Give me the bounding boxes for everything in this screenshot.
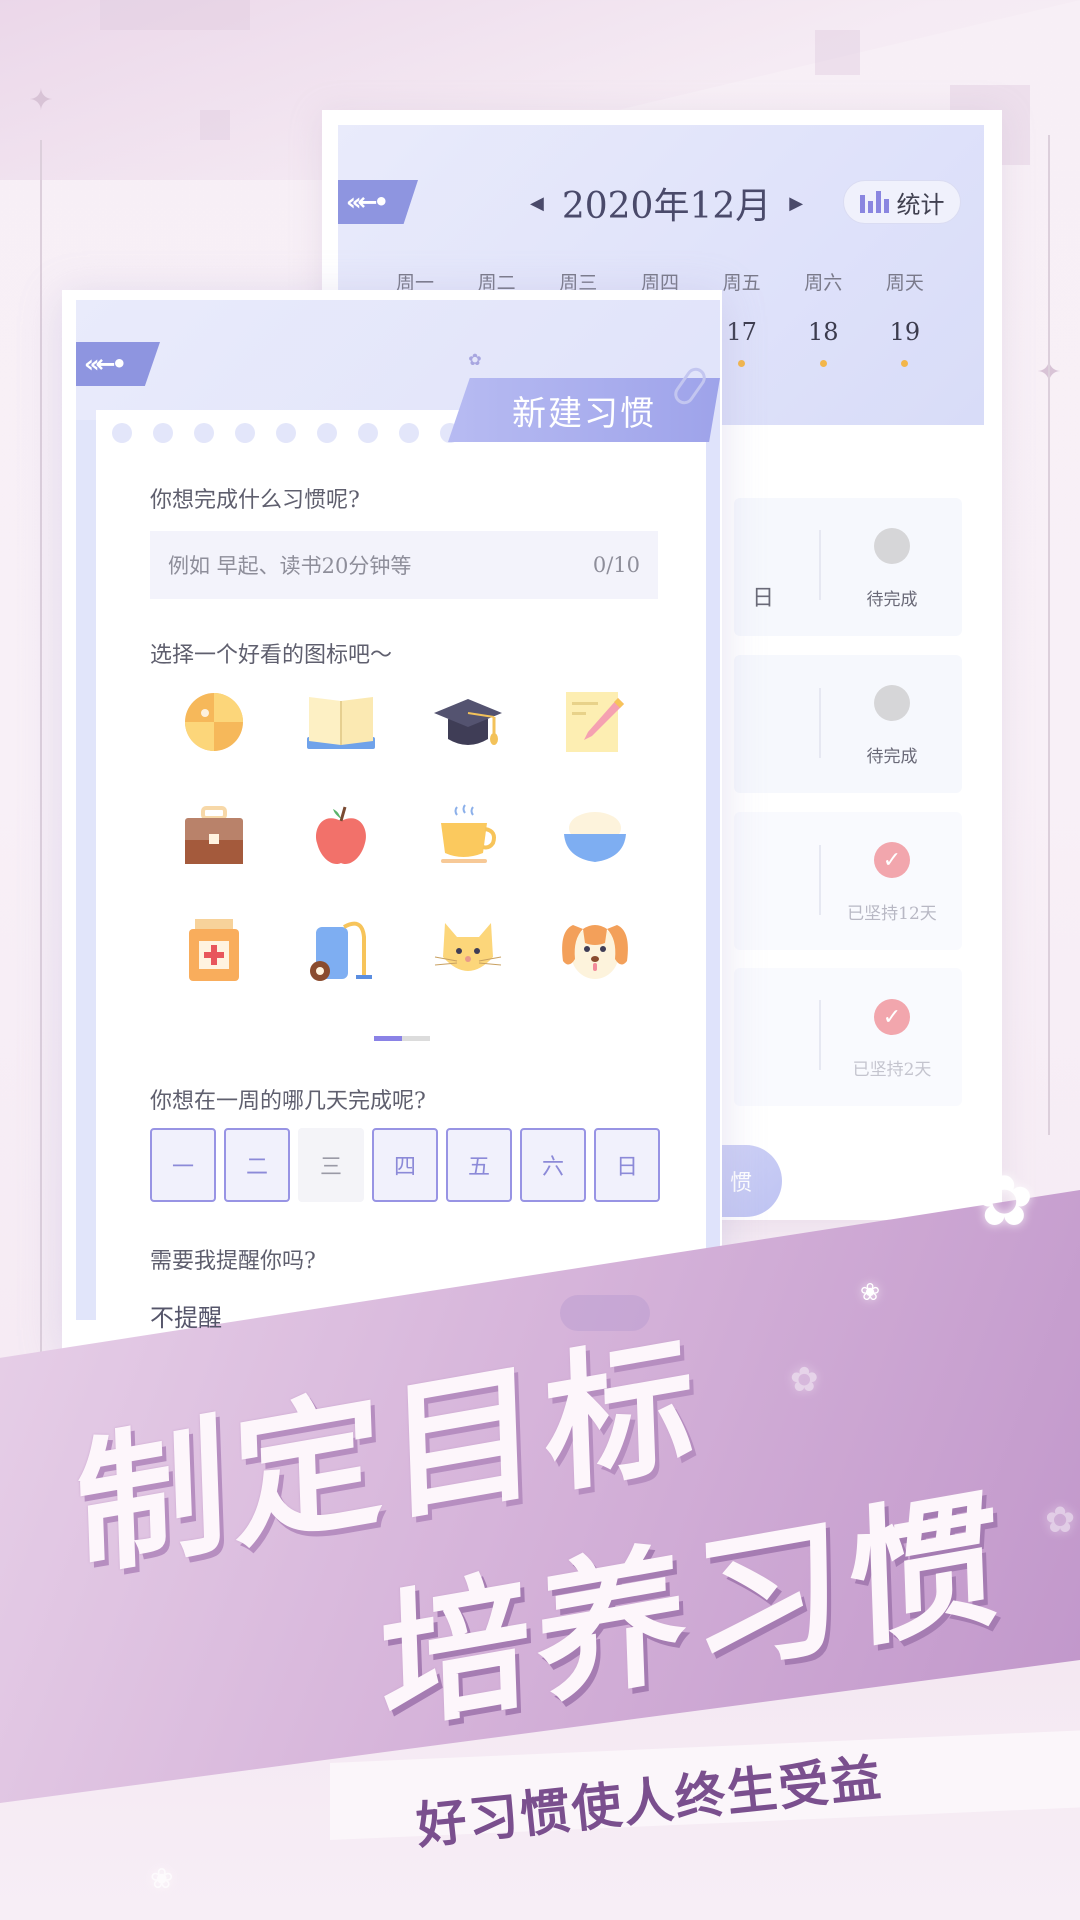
check-icon[interactable]: ✓: [874, 999, 910, 1035]
icon-option[interactable]: [531, 804, 658, 868]
flower-icon: ✿: [790, 1360, 819, 1400]
icon-option[interactable]: [531, 918, 658, 982]
back-arrow-icon: «←•: [84, 350, 127, 378]
habit-status-text: 待完成: [866, 590, 918, 610]
days-label: 你想在一周的哪几天完成呢?: [150, 1089, 426, 1114]
habit-list-item[interactable]: [734, 968, 962, 1106]
icon-option[interactable]: [277, 804, 404, 868]
day-toggle-sun[interactable]: 日: [594, 1128, 660, 1202]
note-pencil-icon: [565, 692, 624, 752]
divider: [819, 530, 821, 600]
day-toggle-tue[interactable]: 二: [224, 1128, 290, 1202]
pager-indicator-active: [374, 1036, 402, 1041]
pending-status-icon[interactable]: [874, 528, 910, 564]
day-toggle-fri[interactable]: 五: [446, 1128, 512, 1202]
habit-list-item[interactable]: [734, 655, 962, 793]
calendar-date[interactable]: 19: [870, 318, 940, 367]
month-navigator: ◀ 2020年12月 ▶: [530, 178, 803, 228]
divider: [819, 688, 821, 758]
calendar-date[interactable]: 18: [788, 318, 858, 367]
notebook-edge: [706, 420, 720, 1320]
flower-icon: ✿: [1045, 1500, 1076, 1541]
icon-picker-grid: [150, 690, 658, 982]
bar-chart-icon: [859, 191, 889, 213]
vacuum-cleaner-icon: [309, 921, 372, 981]
day-selector: 一 二 三 四 五 六 日: [150, 1128, 660, 1202]
habit-status-text: 已坚持12天: [847, 904, 937, 924]
habit-list-item[interactable]: [734, 498, 962, 636]
icon-option[interactable]: [404, 918, 531, 982]
notebook-holes: [112, 423, 460, 443]
sparkle-icon: ✦: [28, 83, 54, 118]
char-counter: 0/10: [592, 553, 640, 577]
day-toggle-sat[interactable]: 六: [520, 1128, 586, 1202]
icon-option[interactable]: [404, 690, 531, 754]
month-title: 2020年12月: [561, 186, 772, 227]
divider: [819, 1000, 821, 1070]
decor-square: [200, 110, 230, 140]
flower-icon: ✿: [468, 350, 482, 369]
date-marker-dot: [819, 360, 827, 367]
icon-option[interactable]: [277, 690, 404, 754]
icon-option[interactable]: [150, 690, 277, 754]
decor-line: [1048, 135, 1050, 1135]
cherry-blossom-icon: ✿: [975, 1160, 1034, 1242]
stats-button[interactable]: 统计: [843, 180, 961, 224]
habit-status-text: 已坚持2天: [852, 1060, 932, 1080]
icon-option[interactable]: [150, 804, 277, 868]
caret-left-icon[interactable]: ◀: [530, 193, 544, 214]
medicine-bottle-icon: [188, 919, 239, 981]
caret-right-icon[interactable]: ▶: [789, 193, 803, 214]
icon-picker-label: 选择一个好看的图标吧～: [150, 643, 393, 668]
petal-icon: ❀: [860, 1278, 881, 1306]
reminder-value[interactable]: 不提醒: [150, 1298, 222, 1333]
dog-icon: [561, 925, 628, 979]
habit-list-item[interactable]: [734, 812, 962, 950]
open-book-icon: [306, 697, 375, 749]
icon-option[interactable]: [277, 918, 404, 982]
graduation-cap-icon: [433, 699, 502, 745]
briefcase-icon: [184, 806, 243, 864]
apple-icon: [315, 806, 366, 865]
habit-name-label: 你想完成什么习惯呢?: [150, 488, 360, 513]
icon-option[interactable]: [404, 804, 531, 868]
day-toggle-mon[interactable]: 一: [150, 1128, 216, 1202]
icon-option[interactable]: [150, 918, 277, 982]
date-marker-dot: [901, 360, 909, 367]
tea-cup-icon: [440, 804, 496, 863]
pending-status-icon[interactable]: [874, 685, 910, 721]
notebook-edge: [76, 420, 96, 1320]
habit-status-text: 待完成: [866, 747, 918, 767]
check-icon[interactable]: ✓: [874, 842, 910, 878]
habit-name-input[interactable]: 例如 早起、读书20分钟等 0/10: [150, 531, 658, 599]
day-toggle-thu[interactable]: 四: [372, 1128, 438, 1202]
cat-icon: [434, 923, 501, 971]
stats-button-label: 统计: [896, 190, 945, 219]
day-toggle-wed[interactable]: 三: [298, 1128, 364, 1202]
decor-square: [815, 30, 860, 75]
icon-pager[interactable]: [374, 1036, 430, 1041]
habit-name-placeholder: 例如 早起、读书20分钟等: [168, 554, 412, 578]
icon-option[interactable]: [531, 690, 658, 754]
divider: [819, 845, 821, 915]
petal-icon: ❀: [150, 1862, 174, 1895]
habit-partial-label: 日: [752, 586, 775, 611]
weekday-label: 周天: [885, 272, 924, 294]
beach-ball-icon: [184, 693, 243, 751]
reminder-label: 需要我提醒你吗?: [150, 1249, 316, 1274]
rice-bowl-icon: [563, 812, 626, 862]
weekday-label: 周六: [804, 272, 843, 294]
decor-square: [100, 0, 250, 30]
back-arrow-icon: «←•: [346, 188, 389, 216]
date-marker-dot: [738, 360, 746, 367]
